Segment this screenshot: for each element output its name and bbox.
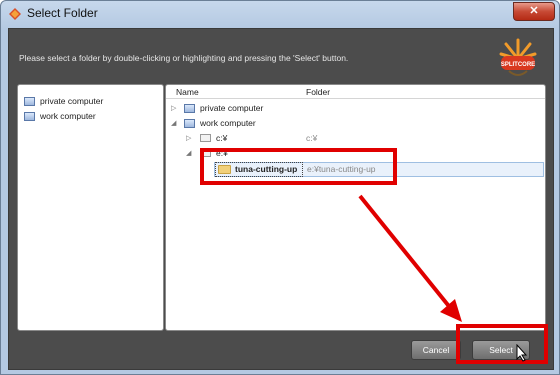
cancel-button[interactable]: Cancel: [411, 340, 461, 360]
instruction-text: Please select a folder by double-clickin…: [19, 53, 349, 63]
tree-row-private-computer[interactable]: ▷ private computer: [166, 102, 545, 115]
mouse-cursor-icon: [516, 344, 528, 362]
row-name: c:¥: [216, 133, 228, 143]
location-item-private-computer[interactable]: private computer: [24, 95, 103, 107]
drive-icon: [200, 134, 211, 142]
focus-outline: [215, 162, 303, 177]
location-label: work computer: [40, 111, 96, 121]
tree-row-e-drive[interactable]: ◢ e:¥: [166, 147, 545, 160]
drive-icon: [200, 149, 211, 157]
row-folder-path: e:¥tuna-cutting-up: [307, 164, 376, 174]
expand-arrow-icon[interactable]: ▷: [171, 102, 176, 115]
close-icon: ✕: [529, 5, 539, 17]
dialog-body: Please select a folder by double-clickin…: [8, 28, 554, 370]
close-button[interactable]: ✕: [513, 2, 555, 21]
computer-icon: [184, 119, 195, 128]
location-list: private computer work computer: [17, 84, 164, 331]
location-label: private computer: [40, 96, 104, 106]
brand-logo: SPLITCORE: [499, 38, 537, 76]
app-icon: [9, 8, 21, 20]
title-bar[interactable]: Select Folder ✕: [1, 1, 559, 27]
computer-icon: [24, 111, 35, 121]
row-name: work computer: [200, 118, 256, 128]
computer-icon: [184, 104, 195, 113]
expand-arrow-icon[interactable]: ▷: [186, 132, 191, 145]
logo-text: SPLITCORE: [501, 62, 535, 68]
tree-row-c-drive[interactable]: ▷ c:¥ c:¥: [166, 132, 545, 145]
collapse-arrow-icon[interactable]: ◢: [171, 117, 176, 130]
collapse-arrow-icon[interactable]: ◢: [186, 147, 191, 160]
row-name: e:¥: [216, 148, 228, 158]
select-folder-window: Select Folder ✕ Please select a folder b…: [0, 0, 560, 375]
window-title: Select Folder: [27, 6, 98, 20]
column-header-folder[interactable]: Folder: [306, 87, 330, 97]
folder-tree: Name Folder ▷ private computer ◢ work co…: [165, 84, 546, 331]
computer-icon: [24, 96, 35, 106]
column-header-name[interactable]: Name: [176, 87, 199, 97]
tree-row-work-computer[interactable]: ◢ work computer: [166, 117, 545, 130]
row-folder-path: c:¥: [306, 133, 318, 143]
row-name: private computer: [200, 103, 264, 113]
header-divider: [166, 98, 545, 99]
location-item-work-computer[interactable]: work computer: [24, 110, 96, 122]
